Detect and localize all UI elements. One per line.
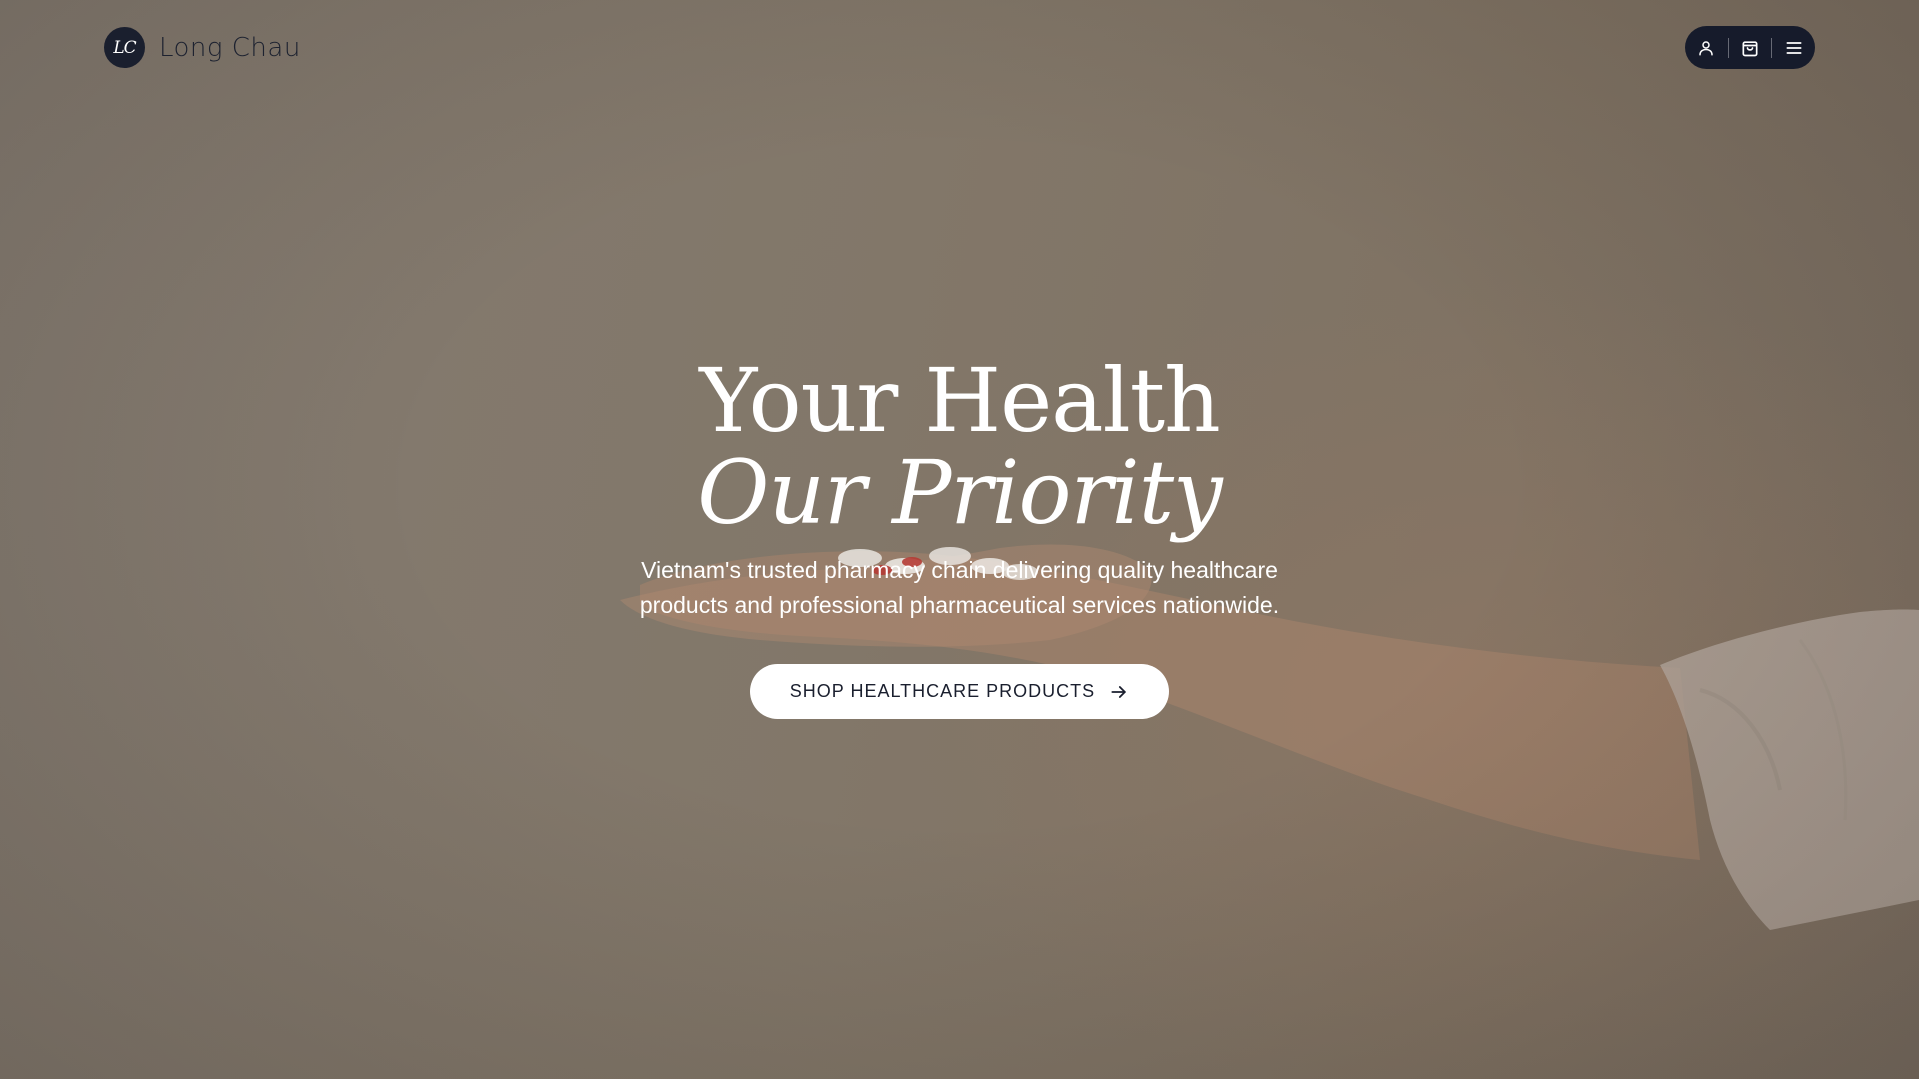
user-icon — [1699, 40, 1714, 55]
menu-icon — [1786, 41, 1802, 54]
nav-divider — [1727, 37, 1729, 58]
logo-badge: LC — [104, 27, 145, 68]
hero-section: LC Long Chau Your Health Our Priority Vi… — [0, 0, 1919, 1079]
header-action-pill — [1685, 26, 1815, 69]
shop-healthcare-products-button[interactable]: SHOP HEALTHCARE PRODUCTS — [749, 664, 1170, 719]
arrow-right-icon — [1111, 685, 1126, 698]
hero-content: Your Health Our Priority Vietnam's trust… — [0, 355, 1919, 719]
site-header: LC Long Chau — [0, 0, 1919, 96]
brand-home-link[interactable]: LC Long Chau — [104, 27, 301, 68]
hero-title-line1: Your Health — [699, 349, 1221, 452]
account-button[interactable] — [1689, 31, 1723, 65]
nav-divider — [1771, 37, 1773, 58]
cart-button[interactable] — [1733, 31, 1767, 65]
brand-name: Long Chau — [159, 32, 301, 63]
menu-button[interactable] — [1777, 31, 1811, 65]
cta-label: SHOP HEALTHCARE PRODUCTS — [789, 681, 1096, 701]
hero-subtitle: Vietnam's trusted pharmacy chain deliver… — [639, 557, 1280, 618]
shopping-bag-icon — [1742, 40, 1758, 56]
hero-title-line2: Our Priority — [697, 441, 1223, 544]
